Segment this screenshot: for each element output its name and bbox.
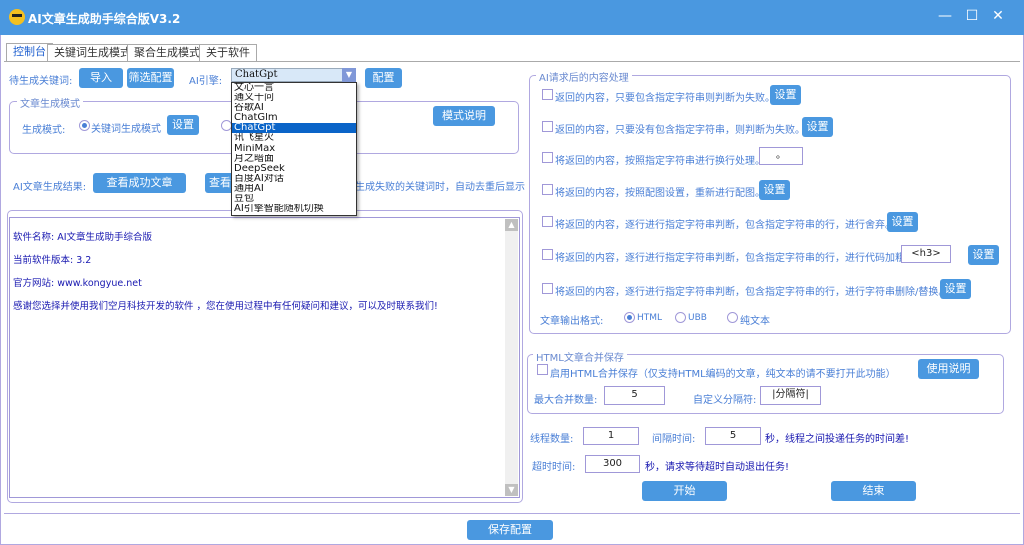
keyword-mode-radio[interactable] <box>79 120 90 131</box>
format-html-radio[interactable] <box>624 312 635 323</box>
maximize-button[interactable]: ☐ <box>962 8 982 24</box>
log-scrollbar[interactable]: ▲ ▼ <box>505 219 518 496</box>
tab-console[interactable]: 控制台 <box>6 43 53 62</box>
engine-option[interactable]: AI引擎智能随机切换 <box>232 204 356 214</box>
engine-option[interactable]: 文心一言 <box>232 83 356 93</box>
format-ubb-label: UBB <box>688 313 707 323</box>
log-line: 软件名称: AI文章生成助手综合版 <box>13 232 153 243</box>
rule-settings-button[interactable]: 设置 <box>887 212 918 232</box>
app-logo-icon <box>9 9 25 25</box>
rule-checkbox[interactable] <box>542 89 553 100</box>
timeout-input[interactable]: 300 <box>585 455 640 473</box>
start-button[interactable]: 开始 <box>642 481 727 501</box>
threads-input[interactable]: 1 <box>583 427 639 445</box>
results-label: AI文章生成结果: <box>13 182 87 193</box>
separator-input[interactable]: |分隔符| <box>760 386 821 405</box>
keywords-label: 待生成关键词: <box>9 76 73 87</box>
import-button[interactable]: 导入 <box>79 68 123 88</box>
rule-checkbox[interactable] <box>542 184 553 195</box>
engine-option[interactable]: 通义千问 <box>232 93 356 103</box>
tab-divider <box>4 61 1020 62</box>
rule-settings-button[interactable]: 设置 <box>968 245 999 265</box>
format-html-label: HTML <box>637 313 663 323</box>
engine-option[interactable]: MiniMax <box>232 144 356 154</box>
format-label: 文章输出格式: <box>540 316 604 327</box>
log-line: 感谢您选择并使用我们空月科技开发的软件 ，您在使用过程中有任何疑问和建议，可以及… <box>13 301 438 312</box>
rule-settings-button[interactable]: 设置 <box>770 85 801 105</box>
chevron-down-icon[interactable]: ▼ <box>342 68 356 82</box>
engine-option[interactable]: 讯飞星火 <box>232 133 356 143</box>
rule-label: 将返回的内容，逐行进行指定字符串判断，包含指定字符串的行，进行字符串删除/替换。 <box>555 287 949 298</box>
engine-option-selected[interactable]: ChatGpt <box>232 123 356 134</box>
rule-checkbox[interactable] <box>542 216 553 227</box>
log-textarea[interactable]: 软件名称: AI文章生成助手综合版 当前软件版本: 3.2 官方网站: www.… <box>9 217 520 498</box>
mode-label: 生成模式: <box>22 125 66 136</box>
mode-legend: 文章生成模式 <box>17 95 83 110</box>
engine-label: AI引擎: <box>189 76 223 87</box>
rule-checkbox[interactable] <box>542 152 553 163</box>
timeout-label: 超时时间: <box>532 462 576 473</box>
linebreak-input[interactable]: 。 <box>759 147 803 165</box>
rule-label: 返回的内容，只要没有包含指定字符串，则判断为失败。 <box>555 125 805 136</box>
engine-option[interactable]: ChatGlm <box>232 113 356 123</box>
engine-option[interactable]: 百度AI对话 <box>232 174 356 184</box>
tab-keyword-mode[interactable]: 关键词生成模式 <box>47 44 138 61</box>
threads-label: 线程数量: <box>530 434 574 445</box>
timeout-note: 秒，请求等待超时自动退出任务! <box>645 462 790 473</box>
filter-config-button[interactable]: 筛选配置 <box>127 68 174 88</box>
close-button[interactable]: ✕ <box>988 8 1008 24</box>
rule-label: 将返回的内容，逐行进行指定字符串判断，包含指定字符串的行，进行代码加粗。 <box>555 253 915 264</box>
minimize-button[interactable]: — <box>935 8 955 24</box>
merge-enable-label: 启用HTML合并保存（仅支持HTML编码的文章，纯文本的请不要打开此功能） <box>550 369 896 380</box>
view-success-button[interactable]: 查看成功文章 <box>93 173 186 193</box>
tab-about[interactable]: 关于软件 <box>199 44 257 61</box>
max-merge-label: 最大合并数量: <box>534 395 598 406</box>
separator-label: 自定义分隔符: <box>693 395 757 406</box>
engine-select[interactable]: ChatGpt <box>231 68 356 82</box>
engine-config-button[interactable]: 配置 <box>365 68 402 88</box>
rule-checkbox[interactable] <box>542 121 553 132</box>
tab-aggregate-mode[interactable]: 聚合生成模式 <box>127 44 207 61</box>
title-bar: AI文章生成助手综合版V3.2 — ☐ ✕ <box>0 0 1024 35</box>
scroll-up-icon[interactable]: ▲ <box>505 219 518 231</box>
interval-label: 间隔时间: <box>652 434 696 445</box>
interval-input[interactable]: 5 <box>705 427 761 445</box>
engine-option[interactable]: 通用AI <box>232 184 356 194</box>
results-note: 生成失败的关键词时，自动去重后显示 <box>355 182 525 193</box>
format-text-radio[interactable] <box>727 312 738 323</box>
engine-option[interactable]: 月之暗面 <box>232 154 356 164</box>
scroll-down-icon[interactable]: ▼ <box>505 484 518 496</box>
window-title: AI文章生成助手综合版V3.2 <box>28 12 181 26</box>
save-config-button[interactable]: 保存配置 <box>467 520 553 540</box>
stop-button[interactable]: 结束 <box>831 481 916 501</box>
format-ubb-radio[interactable] <box>675 312 686 323</box>
footer-divider <box>4 513 1020 514</box>
merge-legend: HTML文章合并保存 <box>533 349 627 364</box>
log-line: 当前软件版本: 3.2 <box>13 255 92 266</box>
merge-help-button[interactable]: 使用说明 <box>918 359 979 379</box>
mode-settings-button[interactable]: 设置 <box>167 115 199 135</box>
rule-label: 将返回的内容，逐行进行指定字符串判断，包含指定字符串的行，进行舍弃。 <box>555 220 895 231</box>
engine-option[interactable]: 豆包 <box>232 194 356 204</box>
processing-legend: AI请求后的内容处理 <box>536 69 632 84</box>
mode-explain-button[interactable]: 模式说明 <box>433 106 495 126</box>
merge-enable-checkbox[interactable] <box>537 364 548 375</box>
format-text-label: 纯文本 <box>740 316 770 327</box>
engine-option[interactable]: DeepSeek <box>232 164 356 174</box>
rule-checkbox[interactable] <box>542 283 553 294</box>
interval-note: 秒，线程之间投递任务的时间差! <box>765 434 910 445</box>
rule-label: 返回的内容，只要包含指定字符串则判断为失败。 <box>555 93 775 104</box>
rule-settings-button[interactable]: 设置 <box>802 117 833 137</box>
log-line: 官方网站: www.kongyue.net <box>13 278 142 289</box>
max-merge-input[interactable]: 5 <box>604 386 665 405</box>
rule-label: 将返回的内容，按照配图设置，重新进行配图。 <box>555 188 765 199</box>
rule-settings-button[interactable]: 设置 <box>759 180 790 200</box>
rule-settings-button[interactable]: 设置 <box>940 279 971 299</box>
engine-option[interactable]: 谷歌AI <box>232 103 356 113</box>
rule-checkbox[interactable] <box>542 249 553 260</box>
rule-label: 将返回的内容，按照指定字符串进行换行处理。 <box>555 156 765 167</box>
bold-tag-input[interactable]: <h3> <box>901 245 951 263</box>
keyword-mode-label: 关键词生成模式 <box>91 124 161 135</box>
engine-dropdown-list: 文心一言 通义千问 谷歌AI ChatGlm ChatGpt 讯飞星火 Mini… <box>231 82 357 216</box>
